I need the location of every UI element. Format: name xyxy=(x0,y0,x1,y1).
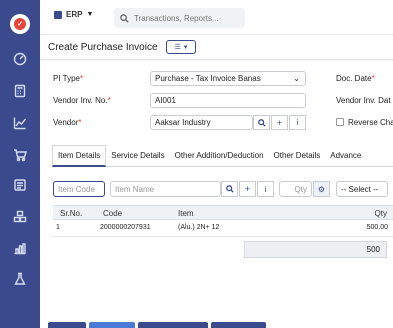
action-button-1[interactable] xyxy=(48,322,86,328)
col-srno: Sr.No. xyxy=(60,209,83,218)
page-title: Create Purchase Invoice xyxy=(48,42,158,53)
total-qty: 500 xyxy=(244,241,387,258)
logo-mark: ✓ xyxy=(14,18,26,30)
item-info-button[interactable]: i xyxy=(257,181,274,197)
vendor-add-button[interactable]: + xyxy=(271,115,288,130)
doc-date-label: Doc. Date* xyxy=(336,74,375,83)
chart-icon[interactable] xyxy=(13,116,27,130)
tab-other-details[interactable]: Other Details xyxy=(268,145,326,167)
item-code-input[interactable]: Item Code xyxy=(53,181,105,197)
calculator-icon[interactable] xyxy=(13,84,27,98)
module-icon xyxy=(54,10,62,19)
unit-select[interactable]: -- Select -- xyxy=(336,181,388,197)
pi-type-select[interactable]: Purchase - Tax Invoice Banas ⌄ xyxy=(150,71,306,86)
search-icon xyxy=(120,13,129,23)
row-srno: 1 xyxy=(56,224,60,231)
plus-icon: + xyxy=(244,184,251,194)
item-search-button[interactable] xyxy=(221,181,238,197)
tab-other-addition-deduction[interactable]: Other Addition/Deduction xyxy=(169,145,269,167)
tab-advance[interactable]: Advance xyxy=(325,145,367,167)
caret-down-icon: ▼ xyxy=(86,11,94,18)
qty-settings-button[interactable]: ⚙ xyxy=(313,181,330,197)
reverse-charge-label: Reverse Cha xyxy=(348,118,393,127)
settings-icon: ⚙ xyxy=(317,184,326,194)
col-item: Item xyxy=(178,209,194,218)
qty-input[interactable]: Qty xyxy=(279,181,312,197)
col-qty: Qty xyxy=(374,209,387,218)
inventory-icon[interactable] xyxy=(13,210,27,224)
pi-type-label: PI Type* xyxy=(53,74,84,83)
tab-service-details[interactable]: Service Details xyxy=(106,145,170,167)
row-item: (Alu.) 2N+ 12 xyxy=(178,224,220,231)
vendor-label: Vendor* xyxy=(53,118,82,127)
info-icon: i xyxy=(296,118,299,127)
item-name-input[interactable]: Item Name xyxy=(110,181,221,197)
lab-icon[interactable] xyxy=(13,272,27,286)
top-bar: ERP ▼ xyxy=(40,0,393,35)
search-icon xyxy=(225,185,234,193)
vendor-inv-no-field[interactable]: AI001 xyxy=(150,93,306,108)
vendor-inv-no-label: Vendor Inv. No.* xyxy=(53,96,111,105)
bottom-action-bar xyxy=(48,322,266,328)
module-label: ERP xyxy=(66,10,83,19)
tab-item-details[interactable]: Item Details xyxy=(52,145,107,167)
vendor-info-button[interactable]: i xyxy=(289,115,306,130)
action-button-2[interactable] xyxy=(89,322,135,328)
sidebar: ✓ xyxy=(0,0,40,328)
vendor-inv-date-label: Vendor Inv. Dat xyxy=(336,96,391,105)
invoice-icon[interactable] xyxy=(13,178,27,192)
app-logo[interactable]: ✓ xyxy=(10,14,30,34)
info-icon: i xyxy=(264,184,267,194)
vendor-field[interactable]: Aaksar Industry xyxy=(150,115,253,130)
search-input[interactable] xyxy=(134,13,234,23)
table-row[interactable]: 1 2000000207931 (Alu.) 2N+ 12 500.00 xyxy=(53,220,393,237)
reverse-charge-checkbox[interactable] xyxy=(336,118,344,126)
total-row: 500 xyxy=(53,238,393,262)
invoice-form: PI Type* Purchase - Tax Invoice Banas ⌄ … xyxy=(40,61,393,328)
table-header: Sr.No. Code Item Qty xyxy=(53,205,393,220)
global-search[interactable] xyxy=(114,8,245,28)
action-button-4[interactable] xyxy=(211,322,266,328)
menu-icon: ☰ xyxy=(174,44,181,51)
chevron-down-icon: ▾ xyxy=(183,44,188,51)
reports-icon[interactable] xyxy=(13,241,27,255)
module-switcher[interactable]: ERP ▼ xyxy=(54,10,93,19)
item-add-button[interactable]: + xyxy=(239,181,256,197)
options-menu-button[interactable]: ☰ ▾ xyxy=(166,40,196,54)
plus-icon: + xyxy=(276,117,283,128)
cart-icon[interactable] xyxy=(13,148,27,162)
vendor-search-button[interactable] xyxy=(253,115,270,130)
row-qty: 500.00 xyxy=(366,224,388,231)
row-code: 2000000207931 xyxy=(100,224,151,231)
search-icon xyxy=(257,118,266,127)
dashboard-icon[interactable] xyxy=(13,52,27,66)
action-button-3[interactable] xyxy=(138,322,208,328)
detail-tabs: Item Details Service Details Other Addit… xyxy=(52,145,367,167)
page-header: Create Purchase Invoice ☰ ▾ xyxy=(40,35,393,60)
chevron-down-icon: ⌄ xyxy=(293,74,300,83)
col-code: Code xyxy=(103,209,123,218)
